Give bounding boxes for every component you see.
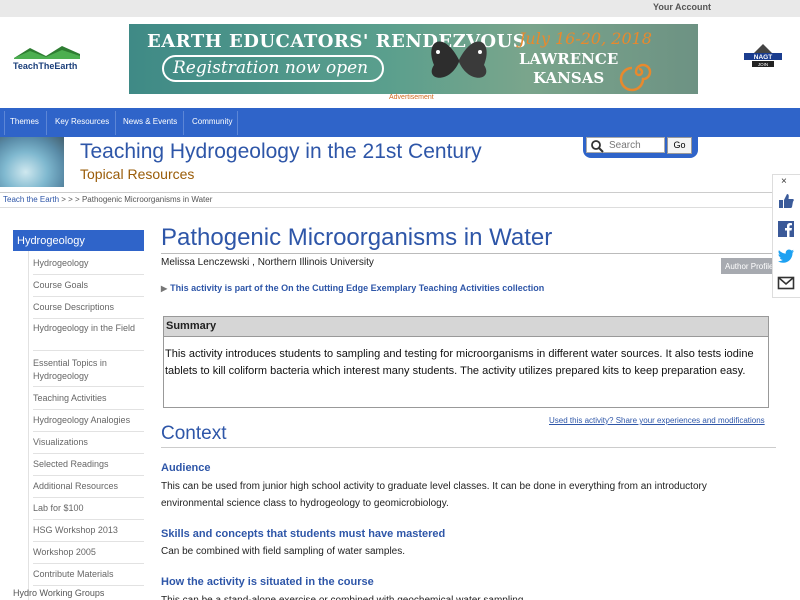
svg-text:TeachTheEarth: TeachTheEarth: [13, 61, 77, 71]
context-heading: Context: [161, 423, 227, 444]
swirl-icon: [619, 63, 652, 92]
sidebar-divider: [33, 296, 144, 297]
sidebar-item-hydrogeology-in-the-field[interactable]: Hydrogeology in the Field: [33, 322, 144, 335]
triangle-right-icon: ▶: [161, 284, 168, 293]
situated-text: This can be a stand-alone exercise or co…: [161, 592, 761, 600]
skills-text: Can be combined with field sampling of w…: [161, 546, 406, 557]
summary-box: Summary This activity introduces student…: [163, 316, 769, 408]
breadcrumb-separator: > > >: [59, 195, 82, 204]
share-experience-link[interactable]: Used this activity? Share your experienc…: [549, 416, 765, 425]
nav-divider: [115, 111, 116, 135]
skills-heading: Skills and concepts that students must h…: [161, 528, 446, 540]
butterfly-image: [431, 41, 487, 78]
ad-dates: July 16-20, 2018: [519, 29, 652, 48]
search-icon: [591, 140, 604, 153]
header-divider: [0, 192, 800, 193]
audience-text: This can be used from junior high school…: [161, 481, 707, 509]
situated-heading: How the activity is situated in the cour…: [161, 576, 374, 588]
sidebar-divider: [33, 318, 144, 319]
main-nav: Themes Key Resources News & Events Commu…: [0, 108, 800, 137]
sidebar-divider: [33, 274, 144, 275]
page-title: Pathogenic Microorganisms in Water: [161, 224, 553, 251]
ad-location: LAWRENCE KANSAS: [519, 50, 618, 88]
your-account-link[interactable]: Your Account: [653, 2, 711, 12]
nav-divider: [183, 111, 184, 135]
nav-divider: [46, 111, 47, 135]
sidebar-item-contribute-materials[interactable]: Contribute Materials: [33, 568, 144, 581]
sidebar-divider: [33, 453, 144, 454]
sidebar-item-course-goals[interactable]: Course Goals: [33, 279, 144, 292]
summary-text: This activity introduces students to sam…: [165, 348, 754, 377]
breadcrumb: Teach the Earth > > > Pathogenic Microor…: [3, 195, 212, 204]
twitter-icon[interactable]: [777, 247, 795, 265]
sidebar-item-hydro-working-groups[interactable]: Hydro Working Groups: [13, 588, 104, 598]
nav-key-resources[interactable]: Key Resources: [55, 117, 109, 126]
search-placeholder: Search: [609, 140, 641, 151]
sidebar-divider: [33, 431, 144, 432]
sidebar-item-selected-readings[interactable]: Selected Readings: [33, 458, 144, 471]
nagt-join-text: JOIN: [758, 62, 768, 67]
sidebar-item-lab-for-100[interactable]: Lab for $100: [33, 502, 144, 515]
ad-location-state: KANSAS: [533, 69, 605, 87]
hot-spring-image: [0, 137, 64, 187]
ad-registration-text: Registration now open: [173, 58, 369, 78]
sidebar-item-course-descriptions[interactable]: Course Descriptions: [33, 301, 144, 314]
sidebar-item-hydrogeology[interactable]: Hydrogeology: [33, 257, 144, 270]
page: Your Account TeachTheEarth EARTH EDUCATO…: [0, 0, 800, 600]
summary-heading: Summary: [164, 317, 768, 337]
sidebar-divider: [33, 409, 144, 410]
nagt-logo-text: NAGT: [754, 54, 772, 61]
share-rail: ×: [772, 174, 800, 298]
nav-news-events[interactable]: News & Events: [123, 117, 177, 126]
site-title[interactable]: Teaching Hydrogeology in the 21st Centur…: [80, 140, 482, 164]
sidebar-divider: [33, 475, 144, 476]
sidebar-divider: [33, 541, 144, 542]
ad-location-city: LAWRENCE: [519, 50, 619, 68]
nav-divider: [4, 111, 5, 135]
breadcrumb-divider: [0, 207, 800, 208]
share-close-button[interactable]: ×: [781, 176, 787, 187]
top-bar: Your Account: [0, 0, 800, 17]
sidebar-divider: [33, 519, 144, 520]
sidebar-item-essential-topics[interactable]: Essential Topics in Hydrogeology: [33, 357, 144, 383]
context-rule: [161, 447, 776, 448]
sidebar-item-workshop-2005[interactable]: Workshop 2005: [33, 546, 144, 559]
collection-link[interactable]: ▶ This activity is part of the On the Cut…: [161, 283, 544, 293]
teach-the-earth-logo[interactable]: TeachTheEarth: [12, 44, 82, 72]
site-subtitle[interactable]: Topical Resources: [80, 166, 194, 182]
sidebar-divider: [33, 563, 144, 564]
nagt-logo[interactable]: NAGT JOIN: [738, 42, 788, 68]
title-rule: [161, 253, 776, 254]
sidebar-item-hydrogeology-analogies[interactable]: Hydrogeology Analogies: [33, 414, 144, 427]
sidebar-item-additional-resources[interactable]: Additional Resources: [33, 480, 144, 493]
sidebar-item-visualizations[interactable]: Visualizations: [33, 436, 144, 449]
nav-community[interactable]: Community: [192, 117, 232, 126]
sidebar-item-hsg-workshop-2013[interactable]: HSG Workshop 2013: [33, 524, 144, 537]
breadcrumb-home[interactable]: Teach the Earth: [3, 195, 59, 204]
advertisement-label: Advertisement: [389, 94, 434, 101]
search-go-button[interactable]: Go: [667, 137, 692, 154]
sidebar-item-teaching-activities[interactable]: Teaching Activities: [33, 392, 144, 405]
email-icon[interactable]: [777, 274, 795, 292]
author-line: Melissa Lenczewski , Northern Illinois U…: [161, 257, 374, 268]
breadcrumb-current[interactable]: Pathogenic Microorganisms in Water: [82, 195, 212, 204]
thumbs-up-icon[interactable]: [777, 192, 795, 210]
nav-themes[interactable]: Themes: [10, 117, 39, 126]
sidebar-divider: [33, 585, 144, 586]
sidebar-divider: [33, 386, 144, 387]
advertisement-banner[interactable]: EARTH EDUCATORS' RENDEZVOUS Registration…: [129, 24, 698, 94]
sidebar-header[interactable]: Hydrogeology: [13, 230, 144, 251]
facebook-icon[interactable]: [777, 220, 795, 238]
search-input[interactable]: Search: [586, 137, 665, 153]
author-profile-button[interactable]: Author Profile: [721, 258, 773, 274]
collection-link-text: This activity is part of the On the Cutt…: [170, 283, 545, 293]
sidebar-divider: [33, 350, 144, 351]
audience-heading: Audience: [161, 462, 211, 474]
sidebar-divider: [33, 497, 144, 498]
sidebar-vertical-rule: [28, 251, 29, 600]
nav-divider: [237, 111, 238, 135]
